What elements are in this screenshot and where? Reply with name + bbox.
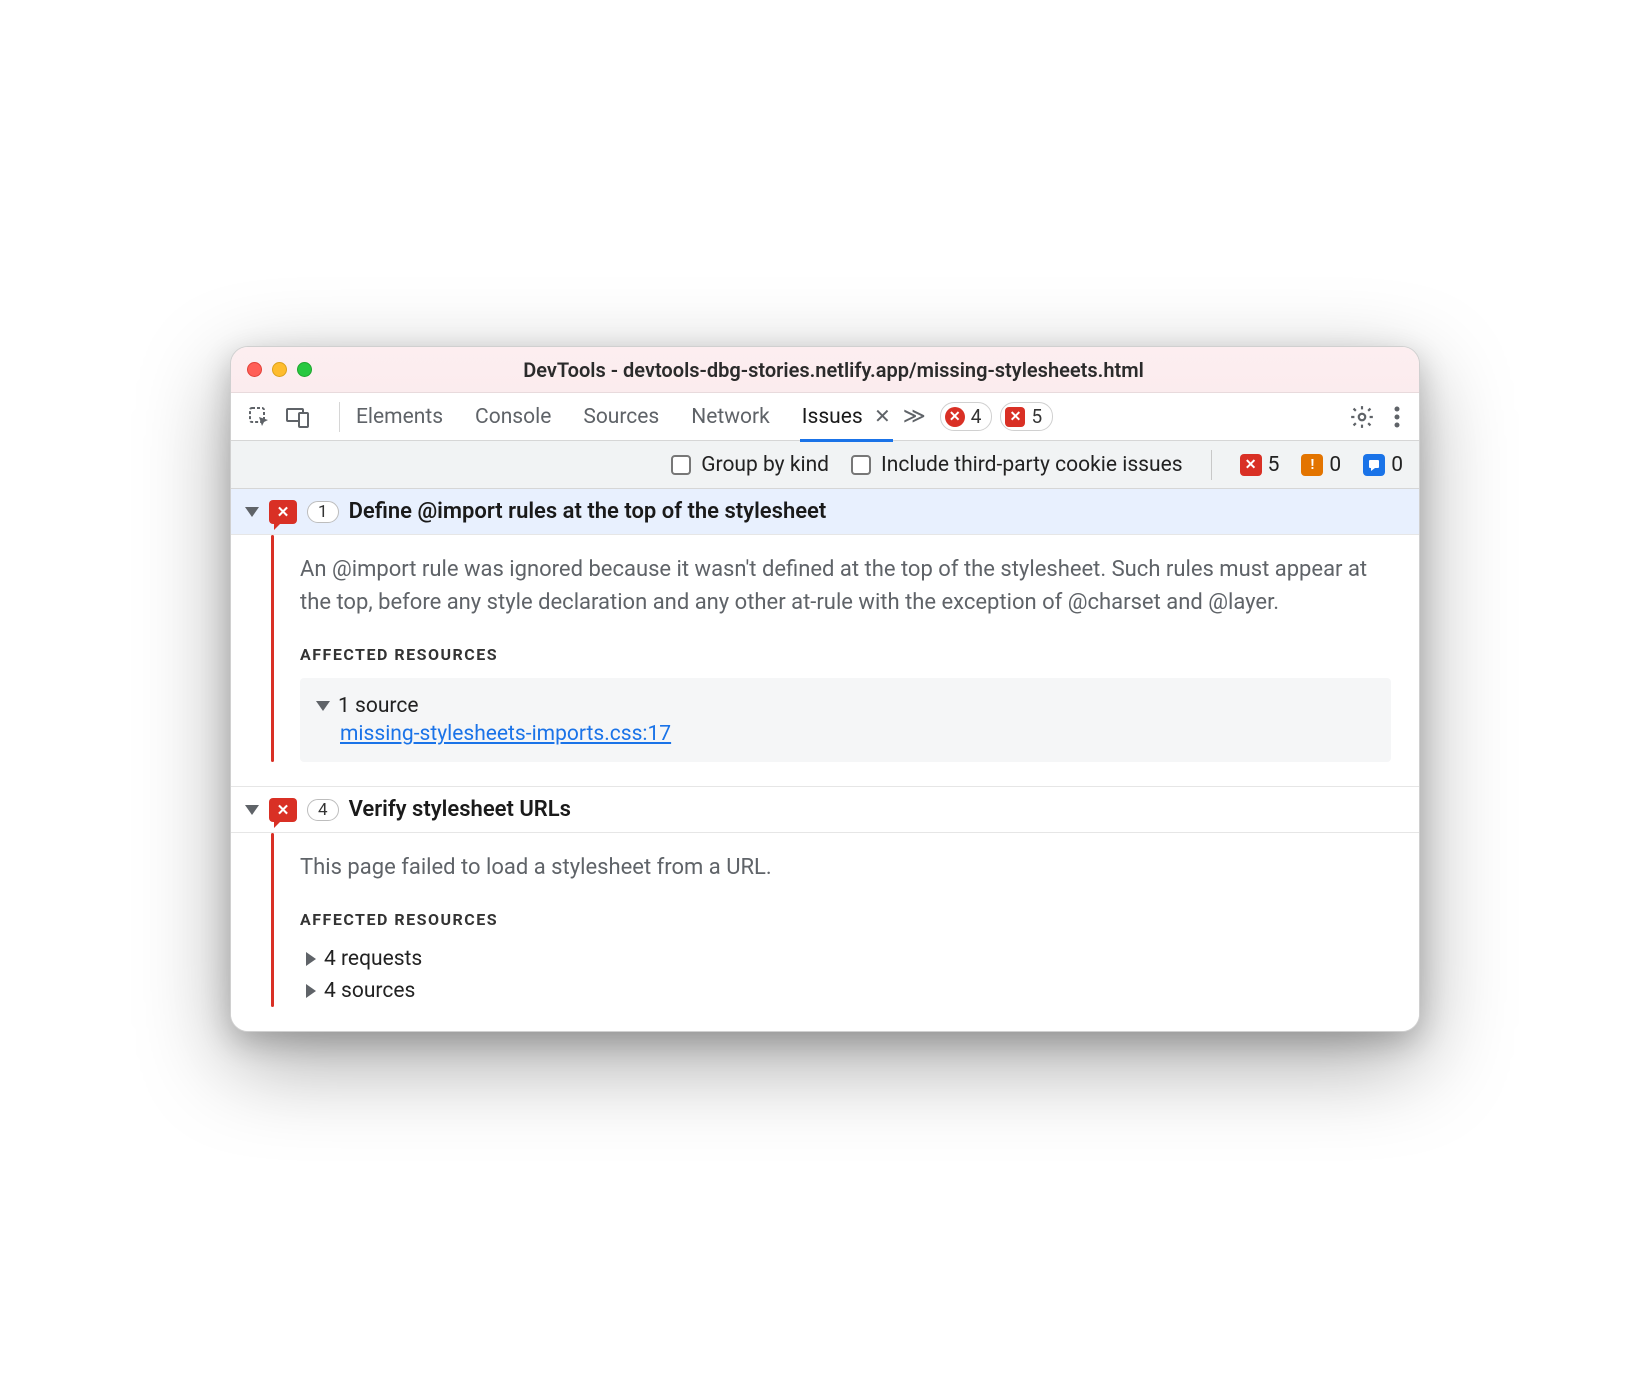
severity-stripe: [271, 833, 274, 1007]
toolbar-divider: [339, 402, 340, 432]
checkbox-icon: [671, 455, 691, 475]
issue-title: Verify stylesheet URLs: [349, 797, 571, 822]
window-title: DevTools - devtools-dbg-stories.netlify.…: [264, 358, 1403, 382]
affected-resources-box: 1 source missing-stylesheets-imports.css…: [300, 678, 1391, 762]
issue-description: This page failed to load a stylesheet fr…: [300, 851, 1391, 884]
error-bubble-icon: ✕: [269, 500, 297, 524]
info-counter[interactable]: 0: [1363, 453, 1403, 477]
issue-item: ✕ 4 Verify stylesheet URLs This page fai…: [231, 787, 1419, 1031]
group-by-kind-checkbox[interactable]: Group by kind: [671, 453, 829, 477]
error-bubble-icon: ✕: [269, 798, 297, 822]
tab-sources[interactable]: Sources: [581, 395, 661, 439]
issue-count: 5: [1031, 405, 1042, 428]
settings-icon[interactable]: [1349, 404, 1375, 430]
issue-body: This page failed to load a stylesheet fr…: [231, 833, 1419, 1031]
issue-count-chip: 1: [307, 501, 339, 523]
issue-header[interactable]: ✕ 4 Verify stylesheet URLs: [231, 787, 1419, 833]
info-count: 0: [1391, 453, 1403, 477]
more-tabs-icon[interactable]: ≫: [903, 404, 926, 429]
source-link[interactable]: missing-stylesheets-imports.css:17: [340, 722, 671, 746]
issue-count-chip: 4: [307, 799, 339, 821]
panel-tabs: Elements Console Sources Network Issues …: [354, 394, 893, 439]
issue-header[interactable]: ✕ 1 Define @import rules at the top of t…: [231, 489, 1419, 535]
tab-elements[interactable]: Elements: [354, 395, 445, 439]
main-toolbar: Elements Console Sources Network Issues …: [231, 393, 1419, 441]
severity-stripe: [271, 535, 274, 762]
warnings-count: 0: [1329, 453, 1341, 477]
errors-counter[interactable]: ✕ 5: [1240, 453, 1280, 477]
info-badge-icon: [1363, 454, 1385, 476]
error-count-pill[interactable]: ✕ 4: [940, 402, 993, 431]
sources-summary: 4 sources: [324, 979, 415, 1003]
disclosure-triangle-icon: [316, 701, 330, 711]
group-by-kind-label: Group by kind: [701, 453, 829, 477]
warning-badge-icon: !: [1301, 454, 1323, 476]
issue-title: Define @import rules at the top of the s…: [349, 499, 827, 524]
requests-summary: 4 requests: [324, 947, 422, 971]
device-toolbar-icon[interactable]: [285, 405, 311, 429]
requests-summary-row[interactable]: 4 requests: [300, 943, 1391, 975]
issue-description: An @import rule was ignored because it w…: [300, 553, 1391, 619]
warnings-counter[interactable]: ! 0: [1301, 453, 1341, 477]
affected-resources-label: AFFECTED RESOURCES: [300, 645, 1391, 664]
disclosure-triangle-icon: [306, 984, 316, 998]
tab-network[interactable]: Network: [689, 395, 772, 439]
sources-summary: 1 source: [338, 694, 418, 718]
issue-body: An @import rule was ignored because it w…: [231, 535, 1419, 786]
devtools-window: DevTools - devtools-dbg-stories.netlify.…: [230, 346, 1420, 1032]
issue-item: ✕ 1 Define @import rules at the top of t…: [231, 489, 1419, 786]
errors-count: 5: [1268, 453, 1280, 477]
error-badge-icon: ✕: [1240, 454, 1262, 476]
titlebar: DevTools - devtools-dbg-stories.netlify.…: [231, 347, 1419, 393]
issues-toolbar: Group by kind Include third-party cookie…: [231, 441, 1419, 489]
error-circle-icon: ✕: [945, 407, 965, 427]
error-count: 4: [971, 405, 982, 428]
toolbar-divider: [1211, 450, 1212, 480]
include-third-party-label: Include third-party cookie issues: [881, 453, 1183, 477]
tab-issues-label: Issues: [802, 405, 863, 429]
tab-issues[interactable]: Issues ✕: [800, 394, 893, 442]
affected-resources-label: AFFECTED RESOURCES: [300, 910, 1391, 929]
issues-list: ✕ 1 Define @import rules at the top of t…: [231, 489, 1419, 1031]
error-square-icon: ✕: [1005, 407, 1025, 427]
disclosure-triangle-icon: [245, 507, 259, 517]
sources-summary-row[interactable]: 4 sources: [300, 975, 1391, 1007]
close-tab-icon[interactable]: ✕: [874, 404, 891, 428]
disclosure-triangle-icon: [245, 805, 259, 815]
checkbox-icon: [851, 455, 871, 475]
issue-count-pill[interactable]: ✕ 5: [1000, 402, 1053, 431]
disclosure-triangle-icon: [306, 952, 316, 966]
sources-summary-row[interactable]: 1 source: [316, 690, 1375, 722]
kebab-menu-icon[interactable]: [1393, 405, 1401, 429]
include-third-party-checkbox[interactable]: Include third-party cookie issues: [851, 453, 1183, 477]
inspect-element-icon[interactable]: [247, 405, 271, 429]
tab-console[interactable]: Console: [473, 395, 553, 439]
close-window-button[interactable]: [247, 362, 262, 377]
